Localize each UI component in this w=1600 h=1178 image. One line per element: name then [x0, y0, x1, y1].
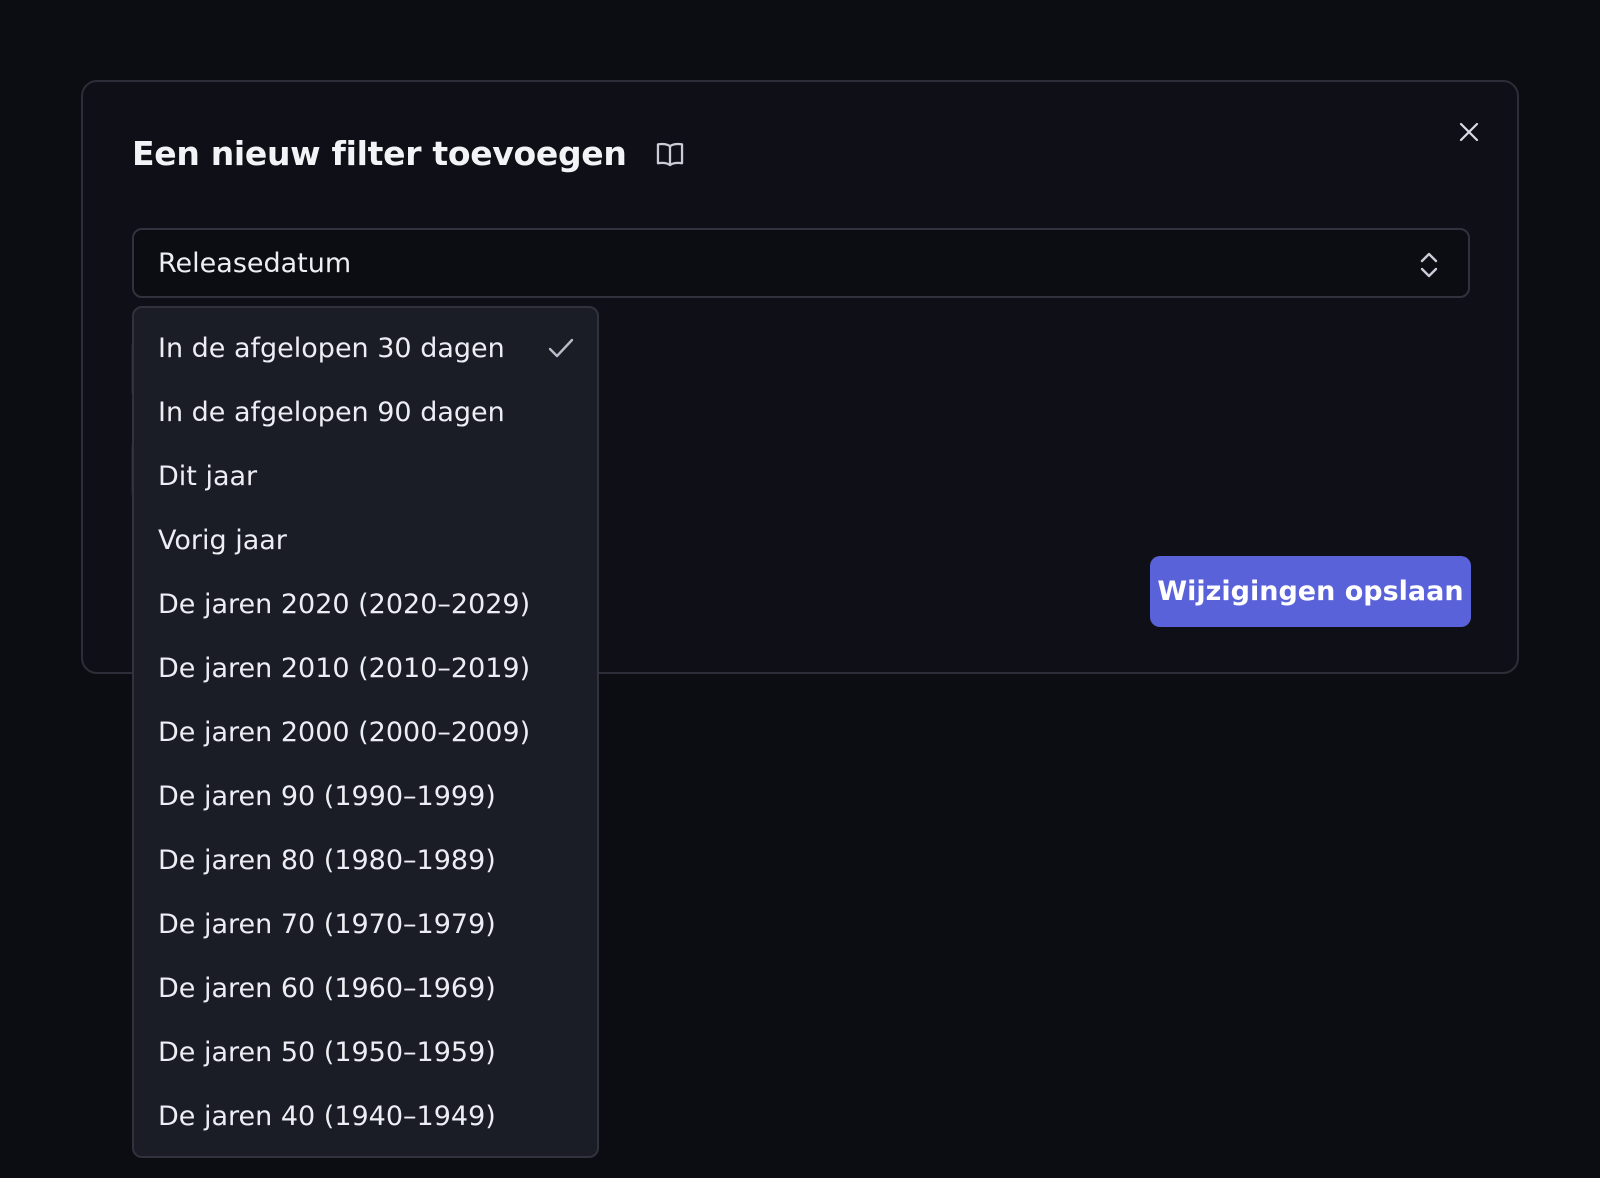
- modal-title: Een nieuw filter toevoegen: [132, 134, 627, 173]
- option-label: De jaren 40 (1940–1949): [158, 1100, 496, 1132]
- filter-type-select[interactable]: Releasedatum: [132, 228, 1470, 298]
- option-label: De jaren 90 (1990–1999): [158, 780, 496, 812]
- option-label: De jaren 70 (1970–1979): [158, 908, 496, 940]
- close-button[interactable]: [1449, 112, 1489, 152]
- option-1940s[interactable]: De jaren 40 (1940–1949): [134, 1084, 597, 1148]
- option-last-90-days[interactable]: In de afgelopen 90 dagen: [134, 380, 597, 444]
- chevron-up-down-icon: [1420, 252, 1438, 278]
- option-this-year[interactable]: Dit jaar: [134, 444, 597, 508]
- option-label: De jaren 50 (1950–1959): [158, 1036, 496, 1068]
- option-label: Vorig jaar: [158, 524, 287, 556]
- option-label: De jaren 2010 (2010–2019): [158, 652, 531, 684]
- option-label: De jaren 80 (1980–1989): [158, 844, 496, 876]
- option-1970s[interactable]: De jaren 70 (1970–1979): [134, 892, 597, 956]
- option-1990s[interactable]: De jaren 90 (1990–1999): [134, 764, 597, 828]
- filter-type-value: Releasedatum: [158, 247, 352, 279]
- check-icon: [548, 338, 574, 358]
- option-1950s[interactable]: De jaren 50 (1950–1959): [134, 1020, 597, 1084]
- option-label: De jaren 60 (1960–1969): [158, 972, 496, 1004]
- save-changes-button[interactable]: Wijzigingen opslaan: [1150, 556, 1471, 627]
- option-2010s[interactable]: De jaren 2010 (2010–2019): [134, 636, 597, 700]
- option-label: In de afgelopen 30 dagen: [158, 332, 505, 364]
- modal-header: Een nieuw filter toevoegen: [132, 134, 687, 173]
- option-last-30-days[interactable]: In de afgelopen 30 dagen: [134, 316, 597, 380]
- release-date-options-list: In de afgelopen 30 dagen In de afgelopen…: [132, 306, 599, 1158]
- option-label: Dit jaar: [158, 460, 258, 492]
- option-label: De jaren 2020 (2020–2029): [158, 588, 531, 620]
- close-icon: [1459, 122, 1479, 142]
- option-label: In de afgelopen 90 dagen: [158, 396, 505, 428]
- option-1980s[interactable]: De jaren 80 (1980–1989): [134, 828, 597, 892]
- option-2020s[interactable]: De jaren 2020 (2020–2029): [134, 572, 597, 636]
- book-open-icon[interactable]: [653, 137, 687, 171]
- option-last-year[interactable]: Vorig jaar: [134, 508, 597, 572]
- option-2000s[interactable]: De jaren 2000 (2000–2009): [134, 700, 597, 764]
- option-label: De jaren 2000 (2000–2009): [158, 716, 531, 748]
- option-1960s[interactable]: De jaren 60 (1960–1969): [134, 956, 597, 1020]
